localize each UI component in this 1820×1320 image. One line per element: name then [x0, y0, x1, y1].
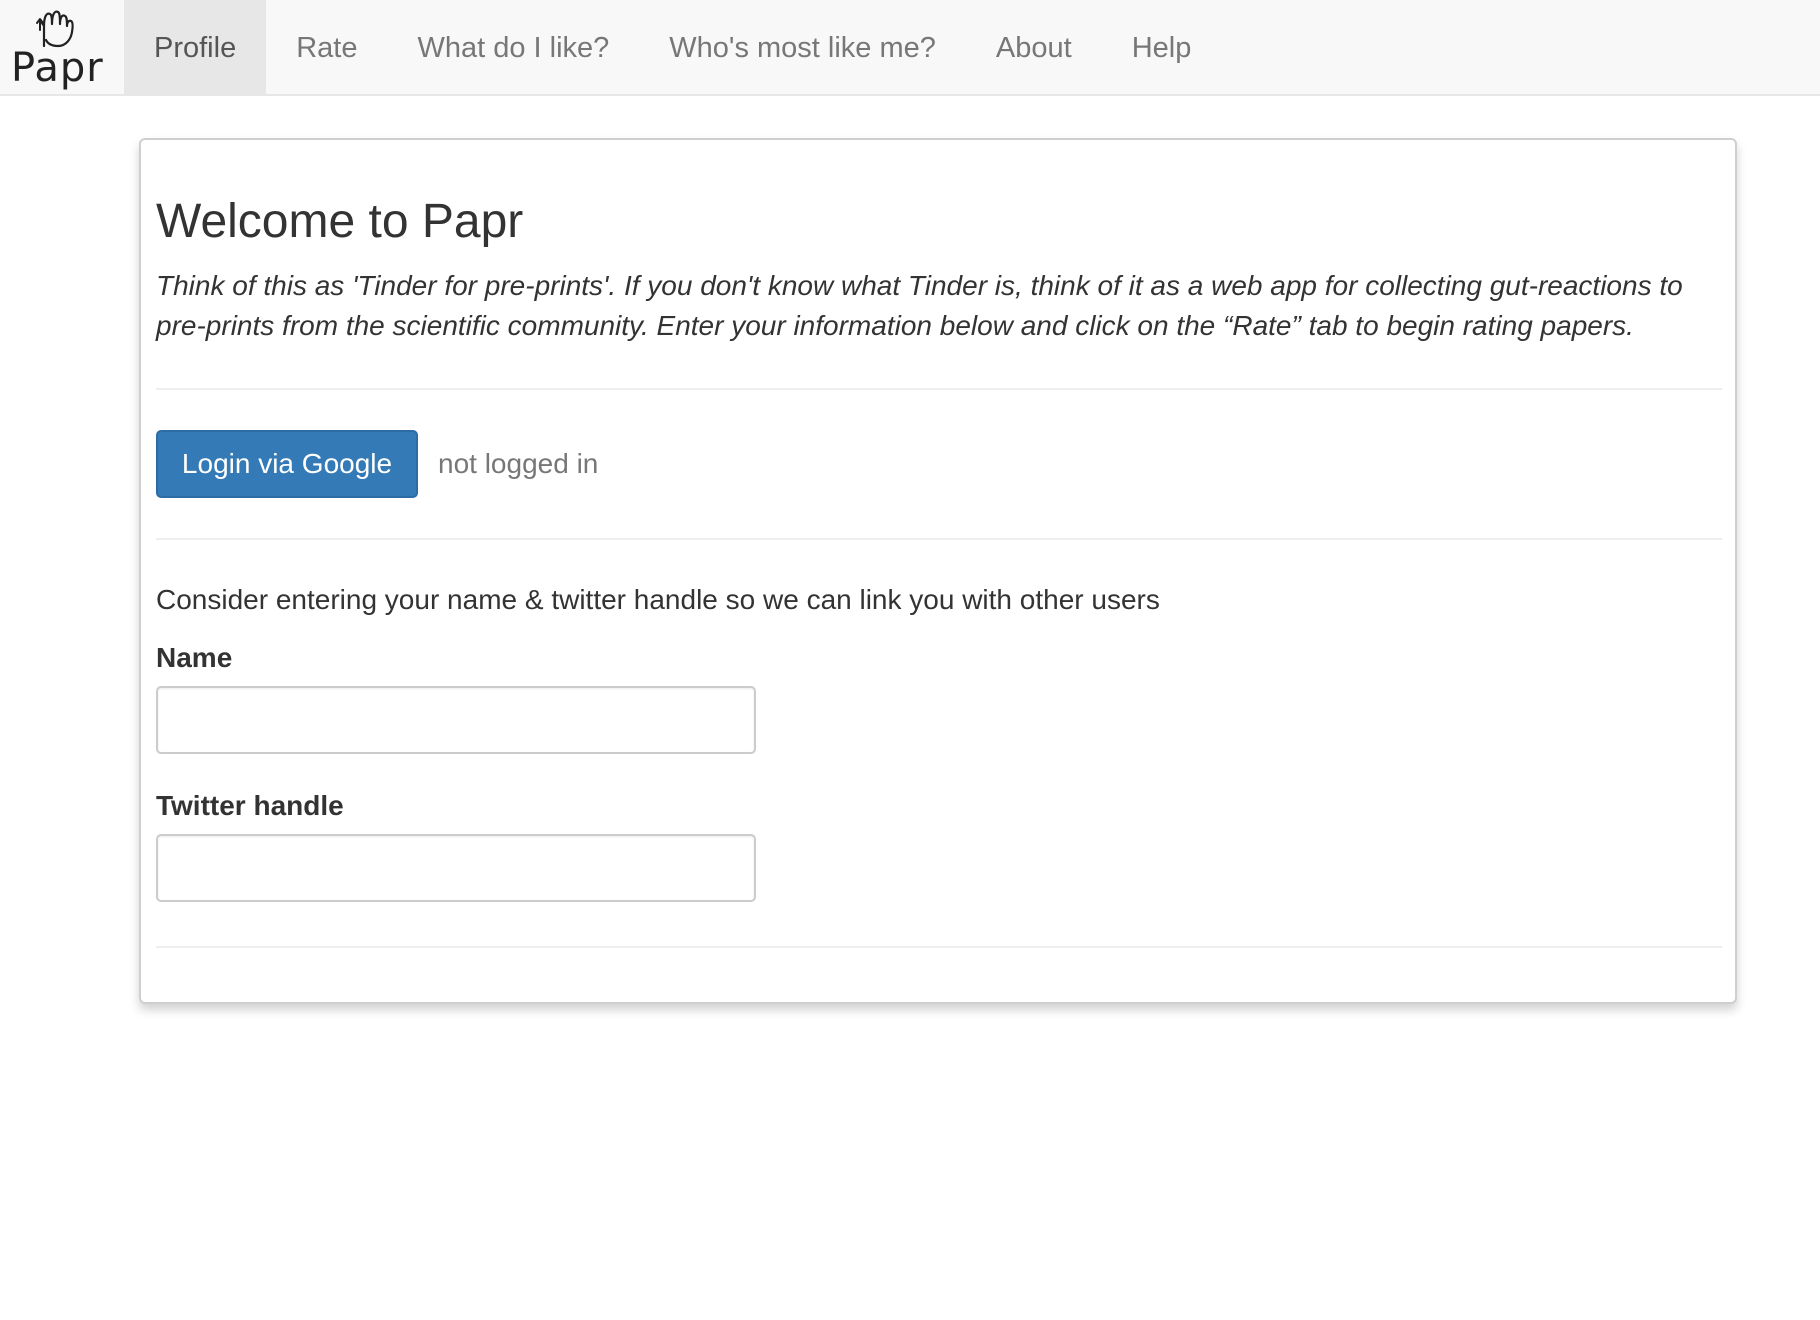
login-status-text: not logged in	[438, 448, 599, 479]
name-label: Name	[156, 642, 233, 673]
tab-profile[interactable]: Profile	[124, 0, 267, 96]
twitter-handle-input[interactable]	[156, 834, 756, 902]
top-navbar: Papr Profile Rate What do I like? Who's …	[0, 0, 1820, 96]
tab-help[interactable]: Help	[1102, 0, 1222, 96]
main-nav: Profile Rate What do I like? Who's most …	[124, 0, 1221, 96]
profile-hint-text: Consider entering your name & twitter ha…	[156, 584, 1160, 615]
page-title: Welcome to Papr	[156, 195, 524, 248]
intro-text: Think of this as 'Tinder for pre-prints'…	[156, 270, 1683, 341]
brand-logo[interactable]: Papr	[0, 0, 124, 96]
divider	[156, 946, 1722, 948]
divider	[156, 538, 1722, 540]
tab-whos-most-like-me[interactable]: Who's most like me?	[639, 0, 966, 96]
divider	[156, 388, 1722, 390]
brand-name: Papr	[11, 45, 104, 91]
twitter-handle-label: Twitter handle	[156, 790, 344, 821]
tab-rate[interactable]: Rate	[266, 0, 387, 96]
login-google-button[interactable]: Login via Google	[156, 430, 418, 498]
name-input[interactable]	[156, 686, 756, 754]
tab-what-do-i-like[interactable]: What do I like?	[387, 0, 639, 96]
tab-about[interactable]: About	[966, 0, 1102, 96]
profile-panel: Welcome to Papr Think of this as 'Tinder…	[139, 138, 1737, 1004]
